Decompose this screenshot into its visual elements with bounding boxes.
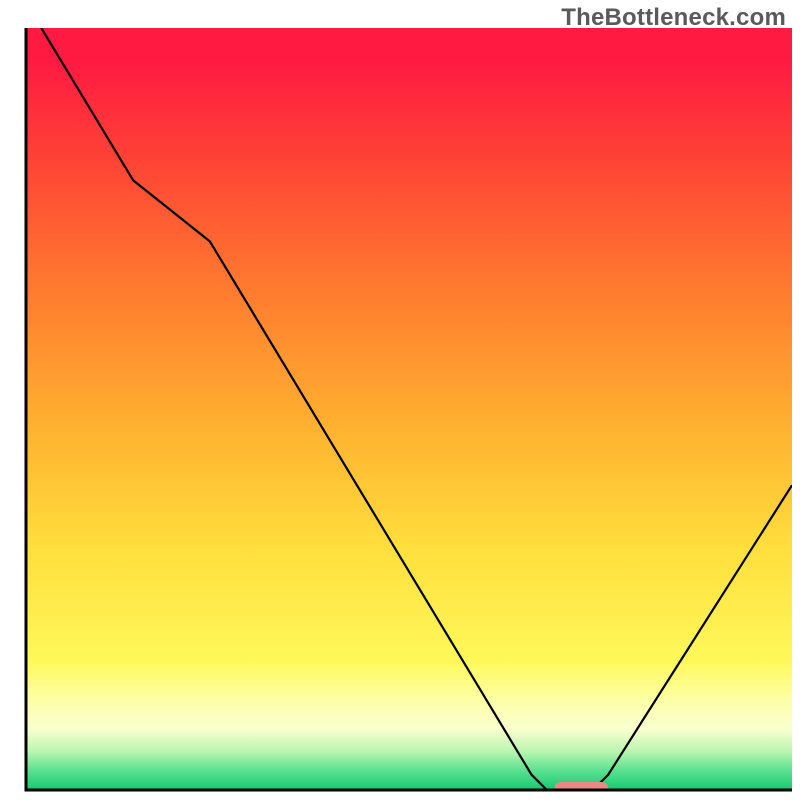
bottleneck-chart <box>0 0 800 800</box>
chart-container: TheBottleneck.com <box>0 0 800 800</box>
plot-background <box>26 28 792 790</box>
highlight-marker <box>555 782 609 794</box>
